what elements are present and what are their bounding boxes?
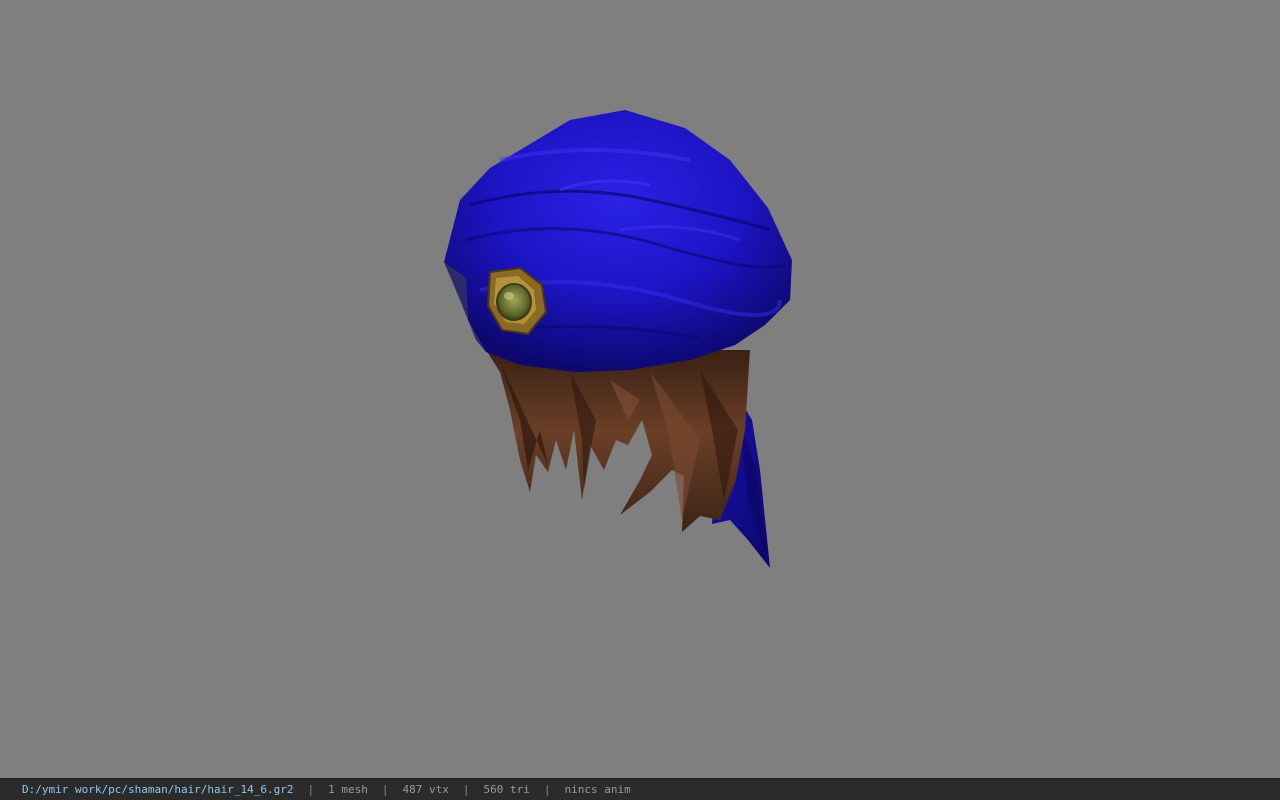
hair-model: [444, 110, 792, 568]
status-separator: |: [543, 783, 551, 796]
vertex-count: 487 vtx: [402, 783, 449, 796]
triangle-count: 560 tri: [483, 783, 530, 796]
animation-status: nincs anim: [564, 783, 631, 796]
hair-strands: [486, 350, 750, 532]
status-separator: |: [307, 783, 315, 796]
model-viewer-window: D:/ymir work/pc/shaman/hair/hair_14_6.gr…: [0, 0, 1280, 800]
bandana: [444, 110, 792, 372]
status-separator: |: [381, 783, 389, 796]
status-separator: |: [462, 783, 470, 796]
3d-viewport[interactable]: [0, 0, 1280, 778]
mesh-count: 1 mesh: [328, 783, 368, 796]
file-path: D:/ymir work/pc/shaman/hair/hair_14_6.gr…: [22, 783, 294, 796]
status-bar: D:/ymir work/pc/shaman/hair/hair_14_6.gr…: [0, 778, 1280, 800]
